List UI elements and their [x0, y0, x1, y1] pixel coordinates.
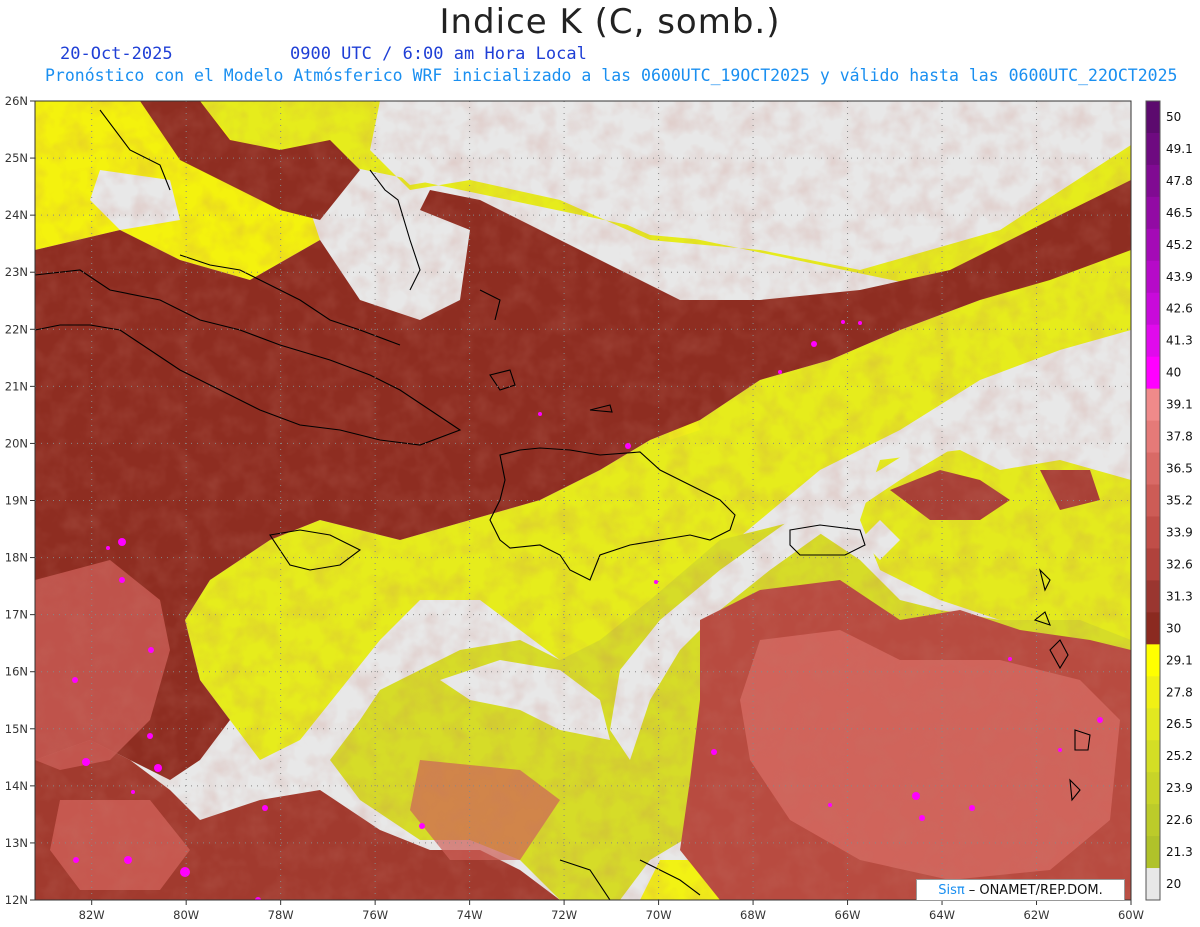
- colorbar-swatch: [1146, 228, 1160, 262]
- colorbar-swatch: [1146, 676, 1160, 709]
- colorbar-label: 46.5: [1166, 206, 1193, 220]
- lon-tick-label: 60W: [1118, 908, 1144, 922]
- lat-tick-label: 19N: [5, 494, 28, 508]
- colorbar-swatch: [1146, 164, 1160, 198]
- colorbar-swatch: [1146, 420, 1160, 454]
- colorbar-swatch: [1146, 836, 1160, 869]
- colorbar-label: 27.8: [1166, 685, 1193, 699]
- colorbar-label: 41.3: [1166, 334, 1193, 348]
- colorbar-label: 36.5: [1166, 462, 1193, 476]
- lon-tick-label: 82W: [79, 908, 105, 922]
- colorbar-label: 20: [1166, 877, 1181, 891]
- colorbar-swatch: [1146, 356, 1160, 390]
- colorbar-label: 35.2: [1166, 494, 1193, 508]
- colorbar-label: 22.6: [1166, 813, 1193, 827]
- colorbar-swatch: [1146, 196, 1160, 230]
- lat-tick-label: 12N: [5, 893, 28, 907]
- colorbar-swatch: [1146, 740, 1160, 773]
- forecast-date: 20-Oct-2025: [60, 44, 173, 64]
- lon-tick-label: 62W: [1024, 908, 1050, 922]
- lat-tick-label: 20N: [5, 436, 28, 450]
- colorbar-swatch: [1146, 260, 1160, 294]
- colorbar-label: 42.6: [1166, 302, 1193, 316]
- plot-area: [35, 101, 1131, 900]
- lat-tick-label: 21N: [5, 379, 28, 393]
- colorbar-swatch: [1146, 772, 1160, 805]
- lat-tick-label: 17N: [5, 608, 28, 622]
- lon-tick-label: 74W: [457, 908, 483, 922]
- lat-tick-label: 13N: [5, 836, 28, 850]
- credit-badge: Sisπ – ONAMET/REP.DOM.: [916, 879, 1125, 901]
- lon-tick-label: 76W: [362, 908, 388, 922]
- colorbar-label: 21.3: [1166, 845, 1193, 859]
- colorbar-label: 50: [1166, 110, 1181, 124]
- colorbar-swatch: [1146, 612, 1160, 645]
- lon-tick-label: 72W: [551, 908, 577, 922]
- colorbar-label: 43.9: [1166, 270, 1193, 284]
- lon-axis: 82W 80W 78W 76W 74W 72W 70W 68W 66W 64W 62W 60W: [79, 900, 1144, 922]
- colorbar-label: 33.9: [1166, 525, 1193, 539]
- colorbar-swatch: [1146, 644, 1160, 677]
- colorbar-swatch: [1146, 708, 1160, 741]
- lat-axis: 12N 13N 14N 15N 16N 17N 18N 19N 20N 21N 22N 23N 24N 2…: [5, 94, 35, 907]
- lon-tick-label: 70W: [646, 908, 672, 922]
- forecast-description: Pronóstico con el Modelo Atmósferico WRF…: [45, 66, 1178, 85]
- lat-tick-label: 26N: [5, 94, 28, 108]
- colorbar-label: 30: [1166, 621, 1181, 635]
- colorbar-label: 23.9: [1166, 781, 1193, 795]
- colorbar-swatch: [1146, 868, 1160, 901]
- colorbar-label: 39.1: [1166, 398, 1193, 412]
- colorbar-swatch: [1146, 580, 1160, 613]
- forecast-time: 0900 UTC / 6:00 am Hora Local: [290, 44, 587, 64]
- lat-tick-label: 23N: [5, 265, 28, 279]
- lon-tick-label: 78W: [268, 908, 294, 922]
- colorbar-swatch: [1146, 452, 1160, 486]
- forecast-map: 82W 80W 78W 76W 74W 72W 70W 68W 66W 64W 62W 60W 12N…: [5, 94, 1193, 922]
- colorbar-label: 49.1: [1166, 142, 1193, 156]
- colorbar-swatch: [1146, 324, 1160, 358]
- colorbar-swatch: [1146, 484, 1160, 517]
- lat-tick-label: 16N: [5, 665, 28, 679]
- colorbar-swatch: [1146, 804, 1160, 837]
- colorbar: 50 49.1 47.8 46.5 45.2 43.9 42.6 41.3 40 39.1 37.8…: [1145, 100, 1193, 901]
- colorbar-label: 45.2: [1166, 238, 1193, 252]
- colorbar-label: 26.5: [1166, 717, 1193, 731]
- colorbar-swatch: [1146, 292, 1160, 326]
- lat-tick-label: 24N: [5, 208, 28, 222]
- lon-tick-label: 66W: [835, 908, 861, 922]
- colorbar-swatch: [1146, 132, 1160, 166]
- colorbar-swatch: [1146, 548, 1160, 581]
- colorbar-swatch: [1146, 101, 1160, 134]
- colorbar-label: 32.6: [1166, 557, 1193, 571]
- lat-tick-label: 18N: [5, 551, 28, 565]
- lon-tick-label: 80W: [173, 908, 199, 922]
- colorbar-swatch: [1146, 516, 1160, 549]
- lon-tick-label: 68W: [740, 908, 766, 922]
- lat-tick-label: 15N: [5, 722, 28, 736]
- colorbar-label: 37.8: [1166, 430, 1193, 444]
- lat-tick-label: 22N: [5, 322, 28, 336]
- colorbar-label: 31.3: [1166, 589, 1193, 603]
- map-title: Indice K (C, somb.): [439, 2, 781, 42]
- colorbar-label: 29.1: [1166, 653, 1193, 667]
- colorbar-label: 47.8: [1166, 174, 1193, 188]
- lat-tick-label: 25N: [5, 151, 28, 165]
- credit-text: – ONAMET/REP.DOM.: [968, 882, 1103, 898]
- colorbar-label: 40: [1166, 366, 1181, 380]
- colorbar-swatch: [1146, 388, 1160, 422]
- lon-tick-label: 64W: [929, 908, 955, 922]
- lat-tick-label: 14N: [5, 779, 28, 793]
- colorbar-label: 25.2: [1166, 749, 1193, 763]
- credit-brand: Sisπ: [938, 882, 965, 898]
